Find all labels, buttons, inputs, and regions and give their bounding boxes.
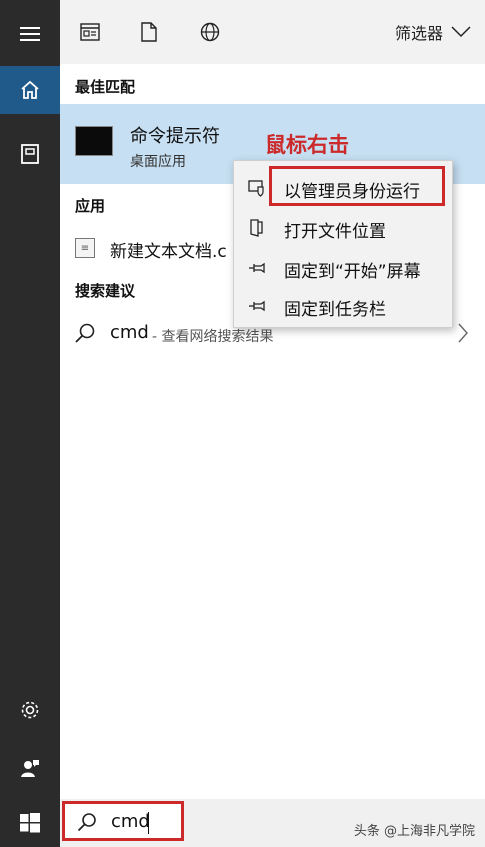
menu-item-label: 打开文件位置 bbox=[284, 222, 386, 242]
apps-heading: 应用 bbox=[75, 197, 106, 215]
home-button[interactable] bbox=[0, 66, 60, 114]
text-caret bbox=[148, 812, 149, 834]
gear-icon bbox=[21, 701, 39, 719]
notebook-icon bbox=[21, 144, 39, 164]
apps-icon bbox=[80, 23, 100, 41]
menu-item-pin-to-start[interactable]: 固定到“开始”屏幕 bbox=[234, 249, 452, 287]
search-filter-bar: 筛选器 bbox=[60, 0, 485, 64]
windows-logo-icon bbox=[20, 813, 40, 833]
web-filter-button[interactable] bbox=[196, 18, 224, 46]
filter-dropdown[interactable]: 筛选器 bbox=[395, 20, 471, 44]
shield-icon bbox=[248, 180, 264, 197]
command-prompt-icon bbox=[75, 126, 113, 156]
app-result-label: 新建文本文档.c bbox=[110, 242, 227, 262]
suggestion-description: - 查看网络搜索结果 bbox=[152, 329, 274, 345]
documents-button[interactable] bbox=[0, 130, 60, 178]
menu-item-open-file-location[interactable]: 打开文件位置 bbox=[234, 209, 452, 247]
chevron-right-icon bbox=[458, 323, 468, 343]
best-match-heading: 最佳匹配 bbox=[75, 78, 136, 96]
search-icon bbox=[77, 813, 96, 832]
filter-label: 筛选器 bbox=[394, 24, 443, 43]
suggestion-term: cmd bbox=[110, 322, 149, 343]
text-file-icon: ≡ bbox=[75, 238, 95, 258]
right-click-annotation: 鼠标右击 bbox=[265, 132, 349, 157]
best-match-title: 命令提示符 bbox=[130, 126, 220, 147]
annotation-highlight-box bbox=[269, 166, 445, 206]
settings-button[interactable] bbox=[0, 686, 60, 734]
apps-filter-button[interactable] bbox=[76, 18, 104, 46]
user-feedback-button[interactable] bbox=[0, 744, 60, 792]
document-icon bbox=[141, 22, 157, 42]
folder-icon bbox=[250, 219, 263, 237]
search-suggestions-heading: 搜索建议 bbox=[75, 282, 136, 300]
search-icon bbox=[75, 323, 95, 343]
left-rail bbox=[0, 0, 60, 847]
pin-icon bbox=[249, 300, 265, 312]
menu-item-pin-to-taskbar[interactable]: 固定到任务栏 bbox=[234, 287, 452, 325]
search-input[interactable] bbox=[111, 810, 173, 832]
menu-item-label: 固定到任务栏 bbox=[284, 300, 386, 320]
hamburger-icon bbox=[20, 27, 40, 41]
home-icon bbox=[21, 80, 39, 99]
menu-item-label: 固定到“开始”屏幕 bbox=[284, 262, 421, 282]
pin-icon bbox=[249, 262, 265, 274]
best-match-subtitle: 桌面应用 bbox=[130, 154, 186, 170]
start-button[interactable] bbox=[0, 799, 60, 847]
web-icon bbox=[200, 22, 220, 42]
documents-filter-button[interactable] bbox=[135, 18, 163, 46]
context-menu: 以管理员身份运行 打开文件位置 固定到“开始”屏幕 固定到任务栏 bbox=[233, 160, 453, 328]
hamburger-menu-button[interactable] bbox=[0, 10, 60, 58]
person-icon bbox=[21, 760, 39, 777]
taskbar-search-box[interactable] bbox=[62, 801, 184, 841]
watermark: 头条 @上海非凡学院 bbox=[353, 824, 475, 839]
chevron-down-icon bbox=[451, 26, 471, 38]
